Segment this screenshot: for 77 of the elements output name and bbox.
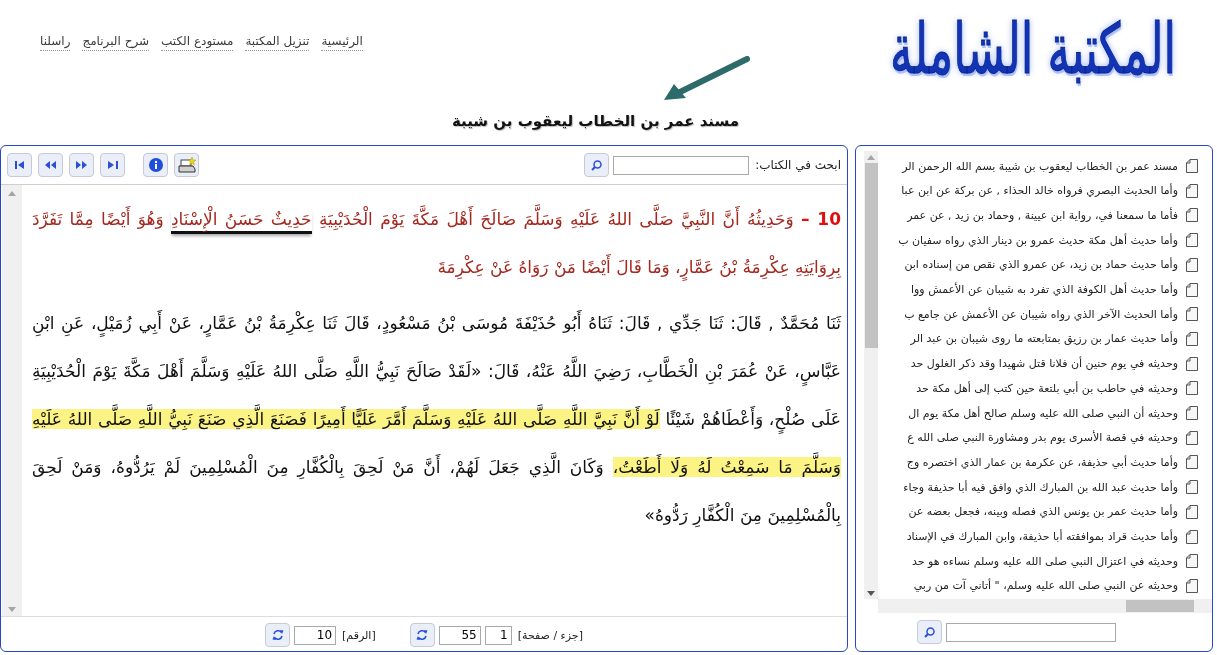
contents-item[interactable]: وحديثه عن النبي صلى الله عليه وسلم، " أتاني آت من ربي [913,574,1198,597]
skip-last-icon [107,161,118,169]
horizontal-scrollbar[interactable] [878,599,1212,613]
search-icon [923,626,935,638]
contents-item[interactable]: وأما الحديث الآخر الذي رواه شيبان عن الأعمش عن جامع ب [904,303,1198,326]
book-title: مسند عمر بن الخطاب ليعقوب بن شيبة [451,112,740,132]
volume-field[interactable]: 1 [484,625,512,645]
contents-item[interactable]: وحديثه في يوم حنين أن فلانا قتل شهيدا وقد ذكر الغلول حد [910,352,1198,375]
page-icon [1186,381,1198,396]
page-icon [1186,159,1198,173]
scroll-down-icon[interactable] [867,591,875,596]
search-button[interactable] [584,153,610,177]
nav-link[interactable]: راسلنا [40,34,71,51]
next-page-button[interactable] [69,153,94,177]
nav-link[interactable]: تنزيل المكتبة [245,34,310,51]
contents-item[interactable]: وأما حديث عمر بن يونس الذي فصله وبينه، فجعل بعضه عن [908,500,1198,523]
contents-item[interactable]: وحديثه في حاطب بن أبي بلتعة حين كتب إلى أهل مكة حد [916,377,1198,400]
go-number-button[interactable] [265,623,291,647]
first-page-button[interactable] [7,153,32,177]
refresh-icon [271,629,284,641]
page-icon [1186,257,1198,272]
go-page-button[interactable] [409,623,435,647]
contents-item[interactable]: وأما حديث أبي حذيفة، عن عكرمة بن عمار الذي اختصره وج [906,451,1198,474]
page-icon [1186,578,1198,593]
contents-item[interactable]: وأما حديث عمار بن رزيق بمتابعته ما روى شيبان بن عبد الر [910,327,1198,350]
nav-link[interactable]: مستودع الكتب [161,34,234,51]
page-icon [1186,356,1198,371]
page-icon [1186,480,1198,495]
page-icon [1186,282,1198,297]
contents-item[interactable]: وأما حديث قراد بموافقته أبا حذيفة، وابن المبارك في الإسناد [906,525,1198,548]
skip-first-icon [14,161,25,169]
contents-item[interactable]: وحديثه أن النبي صلى الله عليه وسلم صالح أهل مكة يوم ال [908,402,1198,425]
search-button[interactable] [916,620,942,644]
contents-item[interactable]: فأما ما سمعنا في، رواية ابن عيينة , وحماد بن زيد , عن عمر [907,204,1198,227]
open-button[interactable] [174,153,199,177]
search-icon [591,159,603,171]
tray-icon [177,157,196,173]
page-icon [1186,554,1198,569]
page-field[interactable]: 55 [438,625,481,645]
page-icon [1186,455,1198,470]
nav-link[interactable]: الرئيسية [321,34,363,51]
previous-page-button[interactable] [38,153,63,177]
page-icon [1186,406,1198,421]
rewind-icon [45,161,56,169]
page-icon [1186,331,1198,346]
fast-forward-icon [76,161,87,169]
page-icon [1186,529,1198,544]
contents-item[interactable]: وأما حديث حماد بن زيد، عن عمرو الذي نقص من إسناده ابن [904,253,1198,276]
info-icon [148,158,163,172]
page-icon [1186,307,1198,322]
nav-link[interactable]: شرح البرنامج [82,34,150,51]
contents-item[interactable]: مسند عمر بن الخطاب ليعقوب بن شيبة بسم الله الرحمن الر [902,155,1198,177]
number-field[interactable]: 10 [294,625,337,645]
contents-item[interactable]: وأما الحديث البصري فرواه خالد الحذاء , عن بركة عن ابن عبا [901,179,1198,202]
vertical-scrollbar[interactable] [864,151,878,599]
contents-item[interactable]: وحديثه في اعتزال النبي صلى الله عليه وسلم نساءه هو حد [911,550,1198,573]
search-field[interactable] [945,622,1116,642]
refresh-icon [416,629,429,641]
page-icon [1186,183,1198,198]
scrollbar-thumb[interactable] [1126,600,1194,612]
search-field[interactable] [613,155,750,175]
volume-page-label: [جزء / صفحة] [517,628,583,642]
page-icon [1186,208,1198,223]
page-icon [1186,233,1198,248]
last-page-button[interactable] [100,153,125,177]
contents-item[interactable]: وأما حديث أهل مكة حديث عمرو بن دينار الذي رواه سفيان ب [898,229,1198,252]
number-label: [الرقم] [342,628,376,642]
contents-item[interactable]: وحديثه في قصة الأسرى يوم بدر ومشاورة النبي صلى الله ع [907,426,1198,449]
search-label: ابحث في الكتاب: [755,158,841,172]
page-icon [1186,504,1198,519]
hadith-paragraph: ثَنَا مُحَمَّدٌ , قَالَ: ثَنَا جَدِّي , قَالَ: ثَنَاهُ أَبُو حُذَيْفَةَ مُوسَى بْنُ مَسْعُودٍ، قَالَ ثَنَا عِكْرِمَةُ بْنُ عَمَّارٍ، عَنْ أَبِي زُمَيْلٍ، عَنِ ابْنِ عَبَّاسٍ، عَنْ عُمَرَ بْنِ الْخَطَّابِ، رَضِيَ اللَّهُ عَنْهُ، قَالَ: «لَقَدْ صَالَحَ نَبِيُّ اللَّهِ صَلَّى اللهُ عَلَيْهِ وَسَلَّمَ أَهْلَ مَكَّةَ يَوْمَ الْحُدَيْبِيَةِ عَلَى صُلْحٍ، وَأَعْطَاهُمْ شَيْئًا لَوْ أَنَّ نَبِيَّ اللَّهِ صَلَّى اللهُ عَلَيْهِ وَسَلَّمَ أَمَّرَ عَلَيًّا أَمِيرًا فَصَنَعَ الَّذِي صَنَعَ نَبِيُّ اللَّهِ صَلَّى اللهُ عَلَيْهِ وَسَلَّمَ مَا سَمِعْتُ لَهُ وَلَا أَطَعْتُ، وَكَانَ الَّذِي جَعَلَ لَهُمْ، أَنَّ مَنْ لَحِقَ بِالْكُفَّارِ مِنَ الْمُسْلِمِينَ لَمْ يَرُدُّوهُ، وَمَنْ لَحِقَ بِالْمُسْلِمِينَ مِنَ الْكُفَّارِ رَدُّوهُ» [32,299,841,539]
scrollbar-thumb[interactable] [864,163,878,348]
contents-item[interactable]: وأما حديث أهل الكوفة الذي تفرد به شيبان عن الأعمش ووا [910,278,1198,301]
contents-item[interactable]: وأما حديث عبد الله بن المبارك الذي وافق فيه أبا حذيفة وجاء [903,476,1198,499]
page-icon [1186,430,1198,445]
site-logo: المكتبة الشاملة [890,11,1176,89]
info-button[interactable] [143,153,168,177]
